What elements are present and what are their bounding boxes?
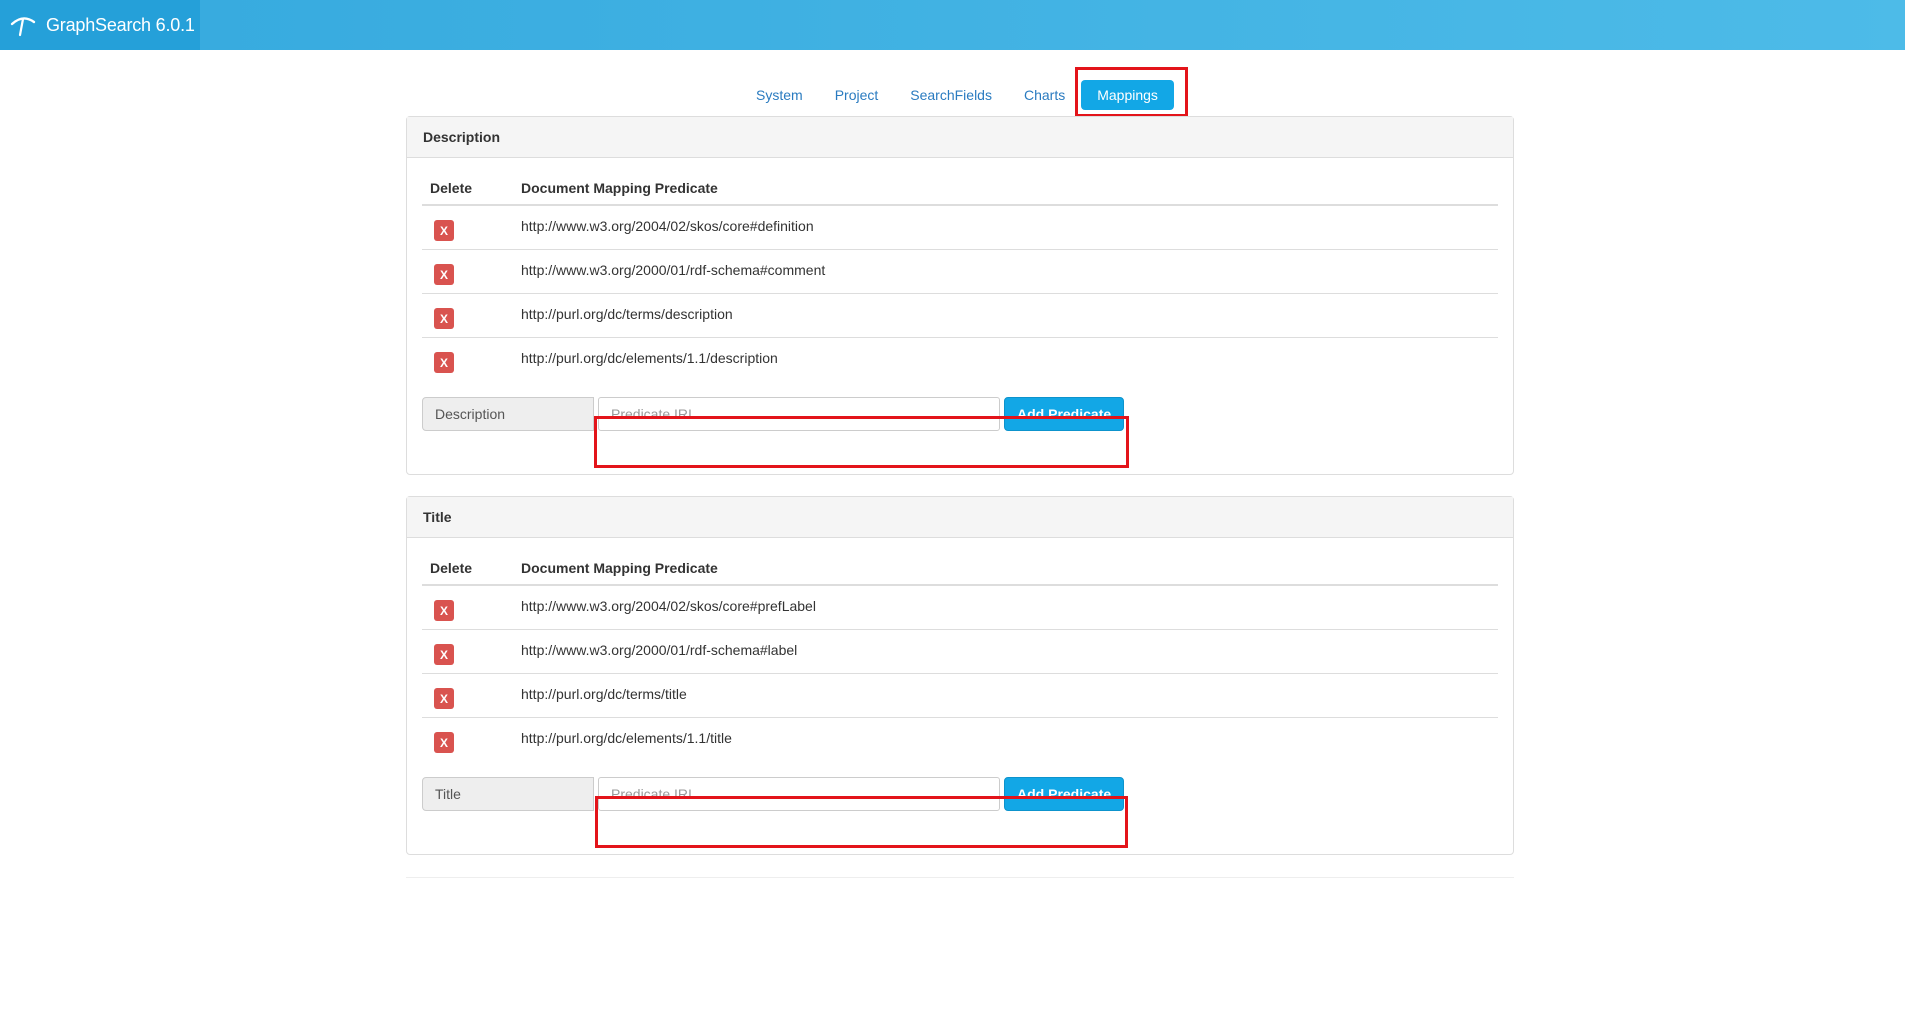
- add-predicate-row: Title Add Predicate: [422, 777, 1498, 811]
- predicate-iri: http://purl.org/dc/terms/title: [513, 673, 1498, 718]
- predicate-iri-input[interactable]: [598, 777, 1000, 811]
- field-label: Title: [422, 777, 594, 811]
- delete-column-header: Delete: [422, 168, 513, 206]
- tab-searchfields[interactable]: SearchFields: [894, 80, 1008, 110]
- field-label: Description: [422, 397, 594, 431]
- table-row: X http://www.w3.org/2000/01/rdf-schema#l…: [422, 629, 1498, 674]
- panel-heading: Title: [407, 497, 1513, 538]
- add-predicate-button[interactable]: Add Predicate: [1004, 777, 1125, 811]
- table-row: X http://purl.org/dc/elements/1.1/descri…: [422, 337, 1498, 381]
- delete-button[interactable]: X: [434, 352, 454, 373]
- predicate-iri: http://www.w3.org/2000/01/rdf-schema#lab…: [513, 629, 1498, 674]
- predicate-iri: http://www.w3.org/2004/02/skos/core#defi…: [521, 218, 814, 234]
- table-row: X http://purl.org/dc/terms/description: [422, 293, 1498, 338]
- tab-system[interactable]: System: [740, 80, 819, 110]
- title-panel: Title Delete Document Mapping Predicate …: [406, 496, 1514, 855]
- settings-tabs: System Project SearchFields Charts Mappi…: [740, 78, 1174, 112]
- add-predicate-row: Description Add Predicate: [422, 397, 1498, 431]
- predicate-iri: http://www.w3.org/2004/02/skos/core#pref…: [521, 598, 816, 614]
- predicate-column-header: Document Mapping Predicate: [513, 548, 1498, 586]
- top-navbar: GraphSearch 6.0.1: [0, 0, 1905, 50]
- predicate-iri: http://purl.org/dc/elements/1.1/descript…: [513, 337, 1498, 381]
- tab-project[interactable]: Project: [819, 80, 895, 110]
- delete-button[interactable]: X: [434, 688, 454, 709]
- panel-heading: Description: [407, 117, 1513, 158]
- mapping-table: Delete Document Mapping Predicate X http…: [422, 548, 1498, 761]
- delete-button[interactable]: X: [434, 600, 454, 621]
- delete-column-header: Delete: [422, 548, 513, 586]
- description-panel: Description Delete Document Mapping Pred…: [406, 116, 1514, 475]
- predicate-iri-input[interactable]: [598, 397, 1000, 431]
- delete-button[interactable]: X: [434, 308, 454, 329]
- umbrella-logo-icon: [8, 10, 38, 40]
- predicate-iri: http://purl.org/dc/elements/1.1/title: [513, 717, 1498, 761]
- app-title: GraphSearch 6.0.1: [46, 14, 195, 35]
- delete-button[interactable]: X: [434, 732, 454, 753]
- predicate-iri: http://www.w3.org/2000/01/rdf-schema#com…: [513, 249, 1498, 294]
- table-row: X http://purl.org/dc/terms/title: [422, 673, 1498, 718]
- mapping-table: Delete Document Mapping Predicate X http…: [422, 168, 1498, 381]
- tab-charts[interactable]: Charts: [1008, 80, 1081, 110]
- delete-button[interactable]: X: [434, 264, 454, 285]
- delete-button[interactable]: X: [434, 220, 454, 241]
- divider: [406, 877, 1514, 878]
- tab-mappings[interactable]: Mappings: [1081, 80, 1174, 110]
- predicate-column-header: Document Mapping Predicate: [513, 168, 1498, 206]
- delete-button[interactable]: X: [434, 644, 454, 665]
- table-row: X http://www.w3.org/2000/01/rdf-schema#c…: [422, 249, 1498, 294]
- brand[interactable]: GraphSearch 6.0.1: [0, 0, 200, 50]
- table-row: X http://www.w3.org/2004/02/skos/core#de…: [422, 205, 1498, 250]
- table-row: X http://www.w3.org/2004/02/skos/core#pr…: [422, 585, 1498, 630]
- predicate-iri: http://purl.org/dc/terms/description: [513, 293, 1498, 338]
- add-predicate-button[interactable]: Add Predicate: [1004, 397, 1125, 431]
- table-row: X http://purl.org/dc/elements/1.1/title: [422, 717, 1498, 761]
